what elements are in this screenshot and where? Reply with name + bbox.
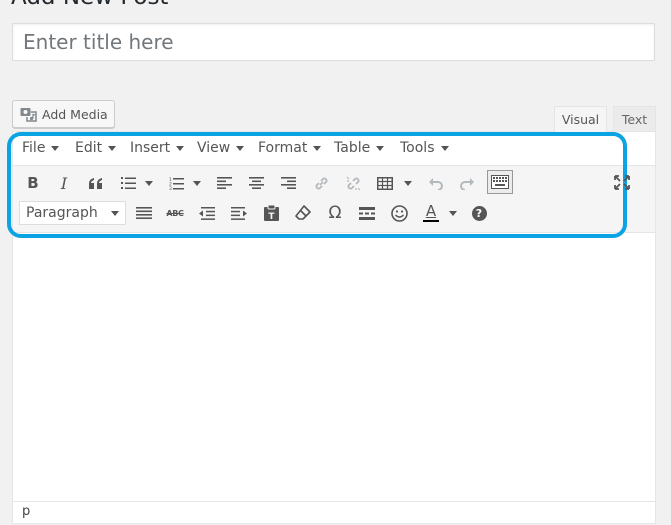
align-right-icon — [280, 177, 296, 189]
outdent-button[interactable] — [194, 201, 220, 225]
menu-edit[interactable]: Edit — [75, 140, 117, 156]
menu-format[interactable]: Format — [258, 140, 322, 156]
element-path[interactable]: p — [22, 504, 30, 519]
bullet-list-dropdown[interactable] — [145, 181, 153, 186]
bold-button[interactable]: B — [20, 171, 46, 195]
help-button[interactable]: ? — [466, 201, 492, 225]
chevron-down-icon — [108, 145, 117, 151]
align-center-icon — [248, 177, 264, 189]
chevron-down-icon — [440, 145, 449, 151]
unlink-button[interactable] — [340, 171, 366, 195]
justify-button[interactable] — [131, 201, 157, 225]
horizontal-rule-button[interactable] — [354, 201, 380, 225]
menu-table-label: Table — [334, 140, 371, 156]
menu-table[interactable]: Table — [334, 140, 385, 156]
chevron-down-icon — [111, 211, 119, 216]
undo-icon — [429, 178, 443, 190]
help-icon: ? — [471, 205, 487, 221]
tab-visual[interactable]: Visual — [554, 106, 607, 132]
align-left-icon — [216, 177, 232, 189]
clear-formatting-icon — [295, 205, 311, 220]
emoticons-button[interactable] — [386, 201, 412, 225]
italic-icon: I — [60, 173, 68, 193]
strikethrough-icon: ABC — [166, 208, 184, 218]
clear-formatting-button[interactable] — [290, 201, 316, 225]
text-color-dropdown[interactable] — [449, 211, 457, 216]
table-dropdown[interactable] — [404, 181, 412, 186]
chevron-down-icon — [236, 145, 245, 151]
chevron-down-icon — [376, 145, 385, 151]
menu-edit-label: Edit — [75, 140, 103, 156]
tab-text[interactable]: Text — [613, 106, 656, 131]
horizontal-rule-icon — [359, 206, 375, 220]
justify-icon — [136, 207, 152, 219]
menu-file-label: File — [22, 140, 46, 156]
blockquote-icon — [89, 178, 102, 189]
text-color-button[interactable]: A — [418, 201, 444, 225]
align-center-button[interactable] — [243, 171, 269, 195]
table-icon — [377, 176, 393, 190]
undo-button[interactable] — [423, 171, 449, 195]
special-character-button[interactable]: Ω — [322, 201, 348, 225]
add-media-button[interactable]: Add Media — [12, 100, 115, 128]
link-icon — [315, 177, 327, 189]
chevron-down-icon — [313, 145, 322, 151]
align-right-button[interactable] — [275, 171, 301, 195]
text-color-letter: A — [425, 202, 437, 220]
indent-icon — [231, 206, 247, 220]
strikethrough-button[interactable]: ABC — [162, 201, 188, 225]
bullet-list-button[interactable] — [116, 171, 142, 195]
menu-insert[interactable]: Insert — [130, 140, 185, 156]
editor-container: File Edit Insert View Format Table Tools… — [12, 131, 656, 524]
redo-button[interactable] — [454, 171, 480, 195]
outdent-icon — [199, 206, 215, 220]
menu-tools[interactable]: Tools — [400, 140, 449, 156]
menu-view-label: View — [197, 140, 231, 156]
paragraph-format-select[interactable]: Paragraph — [19, 201, 126, 225]
unlink-icon — [346, 176, 360, 190]
special-character-icon: Ω — [328, 203, 342, 223]
text-color-icon: A — [423, 204, 439, 222]
paste-text-button[interactable]: T — [258, 201, 284, 225]
kitchen-sink-icon — [491, 175, 509, 189]
bold-icon: B — [27, 174, 39, 192]
menu-insert-label: Insert — [130, 140, 171, 156]
fullscreen-button[interactable] — [612, 170, 632, 194]
add-media-icon — [20, 107, 37, 122]
editor-content-area[interactable] — [13, 233, 655, 501]
blockquote-button[interactable] — [83, 171, 109, 195]
emoticons-icon — [390, 204, 408, 222]
svg-text:3: 3 — [169, 186, 172, 190]
paragraph-format-value: Paragraph — [26, 205, 98, 221]
numbered-list-button[interactable]: 123 — [164, 171, 190, 195]
editor-toolbar: File Edit Insert View Format Table Tools… — [13, 132, 655, 233]
table-button[interactable] — [372, 171, 398, 195]
page-title: Add New Post — [11, 0, 168, 10]
menu-tools-label: Tools — [400, 140, 435, 156]
fullscreen-icon — [614, 174, 630, 190]
menu-file[interactable]: File — [22, 140, 60, 156]
chevron-down-icon — [176, 145, 185, 151]
link-button[interactable] — [308, 171, 334, 195]
numbered-list-dropdown[interactable] — [193, 181, 201, 186]
paste-text-icon: T — [263, 205, 279, 221]
editor-menubar: File Edit Insert View Format Table Tools — [13, 132, 655, 166]
indent-button[interactable] — [226, 201, 252, 225]
add-media-label: Add Media — [42, 106, 108, 122]
post-title-input[interactable] — [12, 23, 655, 61]
align-left-button[interactable] — [211, 171, 237, 195]
toolbar-toggle-button[interactable] — [487, 170, 513, 194]
redo-icon — [460, 178, 474, 190]
menu-format-label: Format — [258, 140, 308, 156]
bullet-list-icon — [121, 177, 136, 189]
help-glyph: ? — [475, 206, 483, 220]
menu-view[interactable]: View — [197, 140, 245, 156]
italic-button[interactable]: I — [51, 171, 77, 195]
numbered-list-icon: 123 — [169, 177, 184, 190]
text-color-swatch — [423, 220, 439, 222]
chevron-down-icon — [51, 145, 60, 151]
editor-statusbar: p — [13, 501, 655, 523]
svg-text:T: T — [268, 212, 275, 221]
